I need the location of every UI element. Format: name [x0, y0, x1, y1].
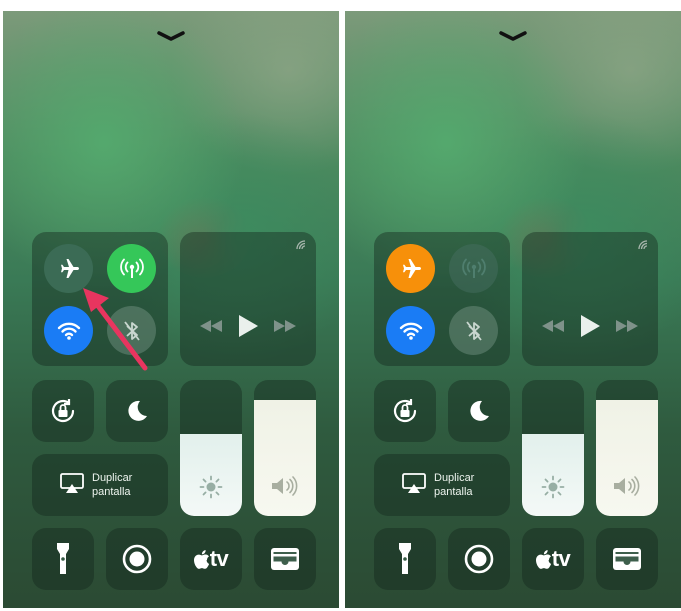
apple-icon — [535, 549, 551, 569]
flashlight-button[interactable] — [32, 528, 94, 590]
bluetooth-off-icon — [465, 320, 482, 341]
flashlight-icon — [57, 543, 69, 574]
flashlight-button[interactable] — [374, 528, 436, 590]
screen-recording-button[interactable] — [448, 528, 510, 590]
do-not-disturb-button[interactable] — [448, 380, 510, 442]
rotation-lock-icon — [393, 399, 417, 423]
red-arrow-annotation — [83, 288, 148, 371]
flashlight-icon — [399, 543, 411, 574]
brightness-slider[interactable] — [180, 380, 242, 516]
sun-icon — [199, 475, 223, 499]
wifi-icon — [57, 322, 80, 340]
rotation-lock-icon — [51, 399, 75, 423]
play-icon[interactable] — [238, 315, 258, 337]
airplay-audio-icon[interactable] — [295, 240, 307, 250]
speaker-icon — [614, 476, 640, 496]
fast-forward-icon[interactable] — [274, 320, 296, 332]
now-playing-module — [180, 232, 316, 366]
apple-tv-remote-button[interactable]: tv — [522, 528, 584, 590]
chevron-down-icon[interactable] — [151, 29, 191, 43]
chevron-down-icon[interactable] — [493, 29, 533, 43]
screen-mirroring-label-1: Duplicar — [434, 472, 475, 484]
now-playing-module — [522, 232, 658, 366]
screen-mirroring-button[interactable]: Duplicar pantalla — [374, 454, 510, 516]
screen-recording-button[interactable] — [106, 528, 168, 590]
control-center-left: Duplicar pantalla tv — [3, 11, 339, 608]
do-not-disturb-button[interactable] — [106, 380, 168, 442]
rewind-icon[interactable] — [200, 320, 222, 332]
screen-mirroring-label-2: pantalla — [92, 486, 131, 498]
airplay-audio-icon[interactable] — [637, 240, 649, 250]
wallet-icon — [271, 548, 299, 570]
record-icon — [464, 544, 494, 574]
cellular-data-button[interactable] — [449, 244, 498, 293]
airplay-icon — [60, 473, 84, 493]
apple-tv-label: tv — [551, 546, 571, 571]
screen-mirroring-button[interactable]: Duplicar pantalla — [32, 454, 168, 516]
volume-slider[interactable] — [596, 380, 658, 516]
rotation-lock-button[interactable] — [32, 380, 94, 442]
airplane-mode-button[interactable] — [386, 244, 435, 293]
apple-tv-label: tv — [209, 546, 229, 571]
wifi-icon — [399, 322, 422, 340]
screen-mirroring-label-2: pantalla — [434, 486, 473, 498]
wallet-button[interactable] — [254, 528, 316, 590]
antenna-icon — [461, 258, 486, 278]
volume-slider[interactable] — [254, 380, 316, 516]
airplane-icon — [60, 258, 79, 278]
wifi-button[interactable] — [386, 306, 435, 355]
moon-icon — [128, 400, 147, 421]
airplane-mode-button[interactable] — [44, 244, 93, 293]
moon-icon — [470, 400, 489, 421]
brightness-slider[interactable] — [522, 380, 584, 516]
record-icon — [122, 544, 152, 574]
wallet-button[interactable] — [596, 528, 658, 590]
cellular-data-button[interactable] — [107, 244, 156, 293]
screen-mirroring-label-1: Duplicar — [92, 472, 133, 484]
sun-icon — [541, 475, 565, 499]
connectivity-module — [374, 232, 510, 366]
rewind-icon[interactable] — [542, 320, 564, 332]
rotation-lock-button[interactable] — [374, 380, 436, 442]
bluetooth-button[interactable] — [449, 306, 498, 355]
airplay-icon — [402, 473, 426, 493]
control-center-right: Duplicar pantalla tv — [345, 11, 681, 608]
apple-tv-remote-button[interactable]: tv — [180, 528, 242, 590]
speaker-icon — [272, 476, 298, 496]
wallet-icon — [613, 548, 641, 570]
fast-forward-icon[interactable] — [616, 320, 638, 332]
airplane-icon — [402, 258, 421, 278]
antenna-icon — [119, 258, 144, 278]
play-icon[interactable] — [580, 315, 600, 337]
apple-icon — [193, 549, 209, 569]
